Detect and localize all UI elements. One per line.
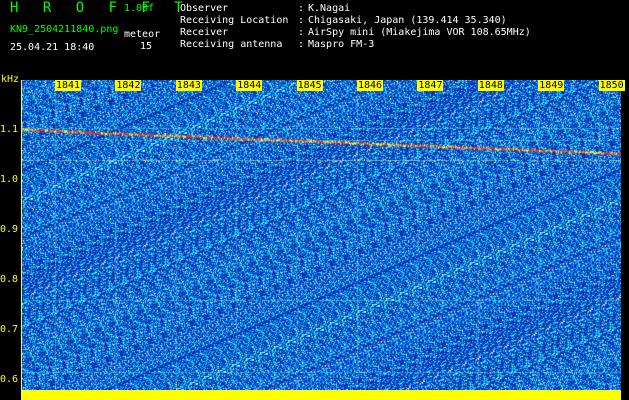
meta-colon: : <box>298 15 305 26</box>
y-tick-label: 0.6 <box>0 374 19 385</box>
date-time: 25.04.21 18:40 <box>10 42 95 53</box>
meta-value-location: Chigasaki, Japan (139.414 35.340) <box>308 15 507 26</box>
x-tick-label: 1842 <box>115 80 142 91</box>
x-tick-label: 1848 <box>477 80 504 91</box>
y-tick-label: 0.8 <box>0 274 19 285</box>
y-tick-label: 0.7 <box>0 324 19 335</box>
y-axis-line <box>21 80 22 400</box>
header-panel: H R O F F T 1.00f KN9_2504211840.png met… <box>0 0 629 80</box>
x-tick-label: 1845 <box>296 80 323 91</box>
file-name: KN9_2504211840.png <box>10 24 119 35</box>
x-tick-label: 1844 <box>236 80 263 91</box>
meta-label-antenna: Receiving antenna <box>180 39 283 50</box>
x-tick-label: 1843 <box>175 80 202 91</box>
app-brand: H R O F F T <box>10 0 191 16</box>
y-tick-label: 0.9 <box>0 224 19 235</box>
meta-colon: : <box>298 39 305 50</box>
app-version: 1.00f <box>124 3 155 14</box>
mode-label: meteor <box>124 29 161 40</box>
x-tick-label: 1841 <box>55 80 82 91</box>
x-tick-label: 1850 <box>598 80 625 91</box>
spectrogram-plot <box>22 80 621 390</box>
meta-label-location: Receiving Location <box>180 15 289 26</box>
y-tick-label: 1.0 <box>0 174 19 185</box>
x-tick-label: 1849 <box>538 80 565 91</box>
meta-value-receiver: AirSpy mini (Miakejima VOR 108.65MHz) <box>308 27 531 38</box>
plot-bottom-bar <box>22 390 621 400</box>
meta-value-antenna: Maspro FM-3 <box>308 39 375 50</box>
meta-colon: : <box>298 27 305 38</box>
x-tick-label: 1847 <box>417 80 444 91</box>
meta-label-receiver: Receiver <box>180 27 229 38</box>
mode-value: 15 <box>140 41 153 52</box>
x-tick-label: 1846 <box>357 80 384 91</box>
meta-label-observer: Observer <box>180 3 229 14</box>
meta-value-observer: K.Nagai <box>308 3 351 14</box>
axis-unit-label: kHz <box>1 74 20 85</box>
meta-colon: : <box>298 3 305 14</box>
y-tick-label: 1.1 <box>0 124 19 135</box>
